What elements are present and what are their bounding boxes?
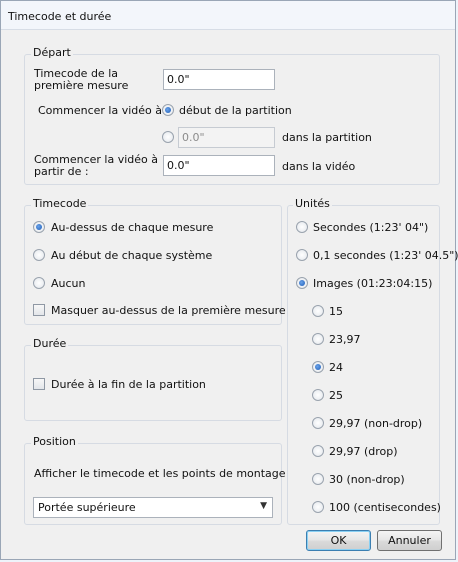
duration-end-label: Durée à la fin de la partition bbox=[51, 378, 206, 391]
rate-23-97-radio[interactable] bbox=[312, 333, 324, 345]
unites-legend: Unités bbox=[293, 197, 332, 210]
rate-100-label: 100 (centisecondes) bbox=[329, 501, 441, 514]
start-from-label: Commencer la vidéo à partir de : bbox=[34, 153, 158, 178]
rate-25-radio[interactable] bbox=[312, 389, 324, 401]
start-from-video-input[interactable] bbox=[163, 155, 275, 176]
start-at-custom-input bbox=[178, 127, 275, 148]
units-frames-label: Images (01:23:04:15) bbox=[313, 277, 433, 290]
rate-29-97-non-drop-label: 29,97 (non-drop) bbox=[329, 417, 423, 430]
position-select-value: Portée supérieure bbox=[38, 501, 136, 514]
rate-15-radio[interactable] bbox=[312, 305, 324, 317]
rate-15-label: 15 bbox=[329, 305, 343, 318]
in-score-label: dans la partition bbox=[282, 131, 372, 144]
rate-24-radio[interactable] bbox=[312, 361, 324, 373]
rate-25-label: 25 bbox=[329, 389, 343, 402]
rate-29-97-drop-radio[interactable] bbox=[312, 445, 324, 457]
rate-24-label: 24 bbox=[329, 361, 343, 374]
position-select[interactable]: Portée supérieure ▼ bbox=[33, 497, 273, 518]
timecode-legend: Timecode bbox=[31, 197, 89, 210]
rate-29-97-drop-label: 29,97 (drop) bbox=[329, 445, 398, 458]
units-tenth-seconds-radio[interactable] bbox=[296, 249, 308, 261]
ok-button[interactable]: OK bbox=[306, 530, 371, 551]
depart-legend: Départ bbox=[31, 46, 73, 59]
cancel-button[interactable]: Annuler bbox=[377, 530, 442, 551]
timecode-above-each-label: Au-dessus de chaque mesure bbox=[51, 221, 214, 234]
hide-first-measure-checkbox[interactable] bbox=[33, 304, 45, 316]
duree-legend: Durée bbox=[31, 337, 69, 350]
start-at-score-label: début de la partition bbox=[179, 104, 292, 117]
start-at-custom-radio[interactable] bbox=[162, 131, 174, 143]
units-frames-radio[interactable] bbox=[296, 277, 308, 289]
rate-30-non-drop-label: 30 (non-drop) bbox=[329, 473, 405, 486]
title-bar: Timecode et durée bbox=[1, 1, 455, 30]
start-video-label: Commencer la vidéo à : bbox=[38, 104, 170, 117]
timecode-system-start-radio[interactable] bbox=[33, 249, 45, 261]
units-seconds-radio[interactable] bbox=[296, 221, 308, 233]
timecode-above-each-radio[interactable] bbox=[33, 221, 45, 233]
rate-23-97-label: 23,97 bbox=[329, 333, 361, 346]
rate-30-non-drop-radio[interactable] bbox=[312, 473, 324, 485]
position-label: Afficher le timecode et les points de mo… bbox=[34, 467, 314, 480]
chevron-down-icon: ▼ bbox=[260, 501, 267, 511]
first-measure-timecode-input[interactable] bbox=[163, 69, 275, 90]
rate-100-radio[interactable] bbox=[312, 501, 324, 513]
timecode-system-start-label: Au début de chaque système bbox=[51, 249, 213, 262]
units-tenth-seconds-label: 0,1 secondes (1:23' 04.5") bbox=[313, 249, 458, 262]
dialog-title: Timecode et durée bbox=[8, 10, 112, 23]
rate-29-97-non-drop-radio[interactable] bbox=[312, 417, 324, 429]
hide-first-measure-label: Masquer au-dessus de la première mesure bbox=[51, 304, 286, 317]
position-legend: Position bbox=[31, 435, 78, 448]
first-measure-label: Timecode de la première mesure bbox=[34, 67, 129, 92]
in-video-label: dans la vidéo bbox=[282, 160, 356, 173]
timecode-none-radio[interactable] bbox=[33, 277, 45, 289]
start-at-score-radio[interactable] bbox=[162, 104, 174, 116]
duration-end-checkbox[interactable] bbox=[33, 378, 45, 390]
units-seconds-label: Secondes (1:23' 04") bbox=[313, 221, 429, 234]
timecode-none-label: Aucun bbox=[51, 277, 86, 290]
